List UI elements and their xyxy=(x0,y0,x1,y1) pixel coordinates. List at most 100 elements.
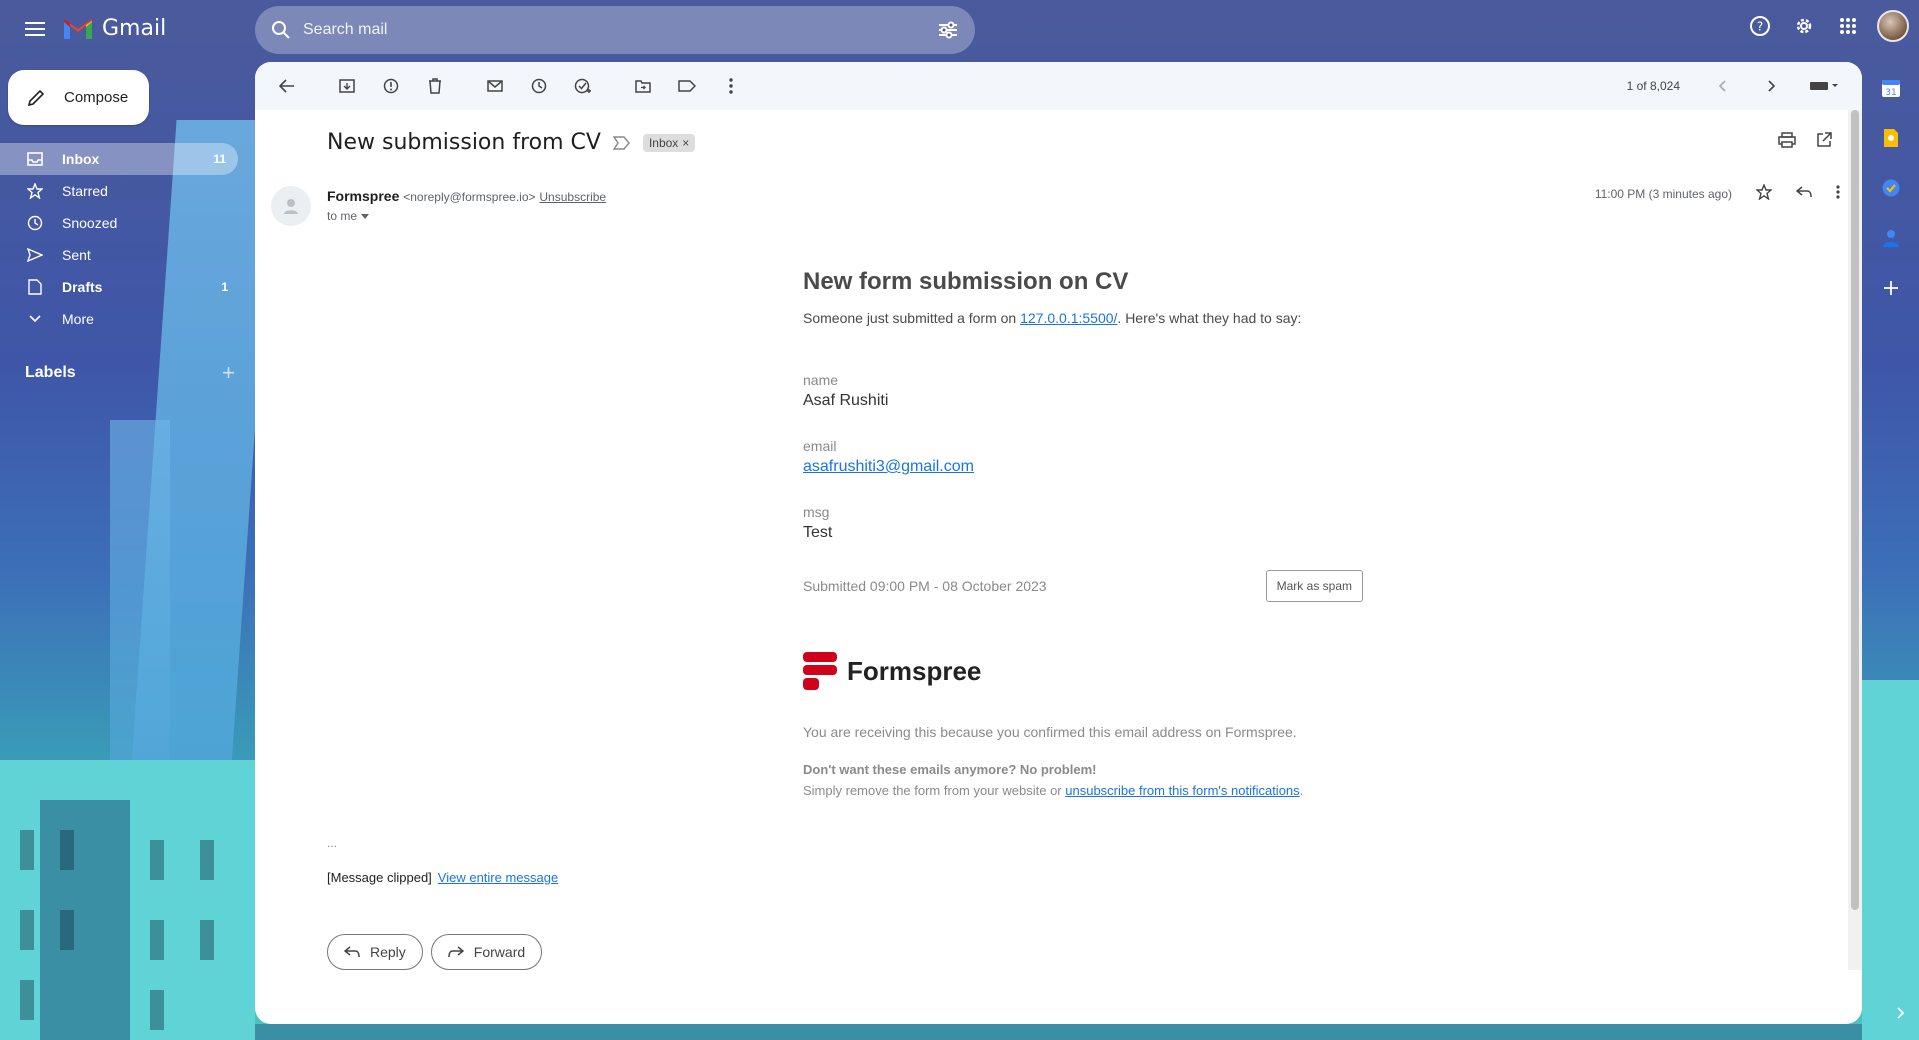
open-new-window-button[interactable] xyxy=(1816,132,1832,153)
archive-button[interactable] xyxy=(329,68,365,104)
search-input[interactable] xyxy=(303,21,937,39)
forward-label: Forward xyxy=(473,944,526,960)
snooze-button[interactable] xyxy=(521,68,557,104)
email-link[interactable]: asafrushiti3@gmail.com xyxy=(803,458,974,475)
field-msg: msg Test xyxy=(803,504,1363,542)
compose-button[interactable]: Compose xyxy=(8,70,149,125)
brand-name: Formspree xyxy=(847,655,982,686)
folder-move-icon xyxy=(635,80,651,93)
reply-icon-button[interactable] xyxy=(1795,186,1812,201)
sidebar-item-label: More xyxy=(62,311,94,327)
mark-unread-button[interactable] xyxy=(477,68,513,104)
sidebar-item-label: Drafts xyxy=(62,279,103,295)
back-button[interactable] xyxy=(269,68,305,104)
sidebar-item-drafts[interactable]: Drafts 1 xyxy=(0,271,240,303)
sidebar-item-label: Snoozed xyxy=(62,215,118,231)
input-tools-button[interactable] xyxy=(1804,68,1844,104)
body-intro: Someone just submitted a form on 127.0.0… xyxy=(803,310,1302,326)
print-icon xyxy=(1778,132,1796,148)
gmail-m-icon xyxy=(64,18,92,39)
unsubscribe-form-link[interactable]: unsubscribe from this form's notificatio… xyxy=(1065,783,1299,798)
view-entire-message-link[interactable]: View entire message xyxy=(438,870,558,885)
sender-avatar[interactable] xyxy=(271,186,311,226)
create-label-button[interactable]: + xyxy=(222,360,235,386)
pencil-icon xyxy=(27,89,45,106)
chip-label: Inbox xyxy=(648,135,679,150)
keyboard-icon xyxy=(1810,82,1838,90)
recipients-toggle[interactable]: to me xyxy=(327,209,370,223)
sidebar-item-sent[interactable]: Sent xyxy=(0,239,240,271)
remove-label-icon[interactable]: × xyxy=(682,136,689,150)
sidebar-item-inbox[interactable]: Inbox 11 xyxy=(0,143,238,175)
search-icon[interactable] xyxy=(271,20,291,40)
search-options-icon[interactable] xyxy=(937,20,959,40)
contacts-app-button[interactable] xyxy=(1879,226,1903,250)
message-more-button[interactable] xyxy=(1836,185,1840,202)
inbox-icon xyxy=(27,152,43,166)
formspree-mark-icon xyxy=(803,652,837,690)
mark-as-spam-button[interactable]: Mark as spam xyxy=(1265,570,1363,602)
forward-button[interactable]: Forward xyxy=(430,934,543,970)
labels-button[interactable] xyxy=(669,68,705,104)
reply-icon xyxy=(344,946,360,958)
field-email: email asafrushiti3@gmail.com xyxy=(803,438,1363,476)
importance-marker-icon[interactable] xyxy=(612,135,631,150)
add-to-tasks-button[interactable] xyxy=(565,68,601,104)
body-heading: New form submission on CV xyxy=(803,268,1129,295)
chevron-down-icon xyxy=(29,315,41,323)
move-to-button[interactable] xyxy=(625,68,661,104)
unsubscribe-link[interactable]: Unsubscribe xyxy=(539,190,606,204)
apps-button[interactable] xyxy=(1833,11,1863,41)
delete-button[interactable] xyxy=(417,68,453,104)
sidebar-item-more[interactable]: More xyxy=(0,303,240,335)
keep-app-button[interactable] xyxy=(1879,126,1903,150)
keep-icon xyxy=(1884,129,1898,147)
recipients-text: to me xyxy=(327,209,358,223)
older-button[interactable] xyxy=(1754,68,1790,104)
trash-icon xyxy=(429,78,441,94)
clock-icon xyxy=(531,78,547,94)
sender-name[interactable]: Formspree xyxy=(327,188,399,204)
main-menu-button[interactable] xyxy=(20,14,50,44)
trimmed-content-toggle[interactable]: ... xyxy=(327,836,337,850)
account-avatar[interactable] xyxy=(1877,10,1909,42)
sender-email: <noreply@formspree.io> xyxy=(403,190,536,204)
hamburger-icon xyxy=(25,22,45,36)
star-button[interactable] xyxy=(1755,183,1773,203)
reply-button[interactable]: Reply xyxy=(327,934,423,970)
unread-count: 11 xyxy=(213,152,226,166)
support-button[interactable]: ? xyxy=(1745,11,1775,41)
more-options-button[interactable] xyxy=(713,68,749,104)
labels-header: Labels + xyxy=(25,360,235,386)
site-link[interactable]: 127.0.0.1:5500/ xyxy=(1020,310,1117,326)
search-bar[interactable] xyxy=(255,6,975,54)
sidebar-item-snoozed[interactable]: Snoozed xyxy=(0,207,240,239)
field-name: name Asaf Rushiti xyxy=(803,372,1363,410)
print-button[interactable] xyxy=(1778,132,1796,153)
help-icon: ? xyxy=(1750,16,1770,36)
caret-down-icon xyxy=(361,213,370,219)
scrollbar[interactable] xyxy=(1848,110,1862,970)
inbox-label-chip: Inbox × xyxy=(642,133,696,152)
get-addons-button[interactable] xyxy=(1879,276,1903,300)
email-timestamp: 11:00 PM (3 minutes ago) xyxy=(1594,186,1732,201)
tasks-app-button[interactable] xyxy=(1879,176,1903,200)
show-side-panel-button[interactable] xyxy=(1897,1006,1905,1024)
scrollbar-thumb[interactable] xyxy=(1851,110,1859,910)
field-label: name xyxy=(803,372,839,388)
footer-notice: You are receiving this because you confi… xyxy=(803,724,1297,740)
email-view-panel: 1 of 8,024 New submission from CV Inbox … xyxy=(255,62,1862,1024)
report-spam-button[interactable] xyxy=(373,68,409,104)
settings-button[interactable] xyxy=(1789,11,1819,41)
newer-button[interactable] xyxy=(1704,68,1740,104)
chevron-right-icon xyxy=(1897,1007,1905,1019)
send-icon xyxy=(27,248,43,262)
compose-label: Compose xyxy=(64,89,129,106)
sidebar-item-label: Inbox xyxy=(62,151,100,167)
field-label: msg xyxy=(803,504,830,520)
sidebar-nav: Inbox 11 Starred Snoozed Sent Drafts 1 M… xyxy=(0,143,240,335)
sidebar-item-starred[interactable]: Starred xyxy=(0,175,240,207)
archive-icon xyxy=(339,79,355,93)
calendar-app-button[interactable]: 31 xyxy=(1879,76,1903,100)
gmail-logo[interactable]: Gmail xyxy=(62,16,166,41)
